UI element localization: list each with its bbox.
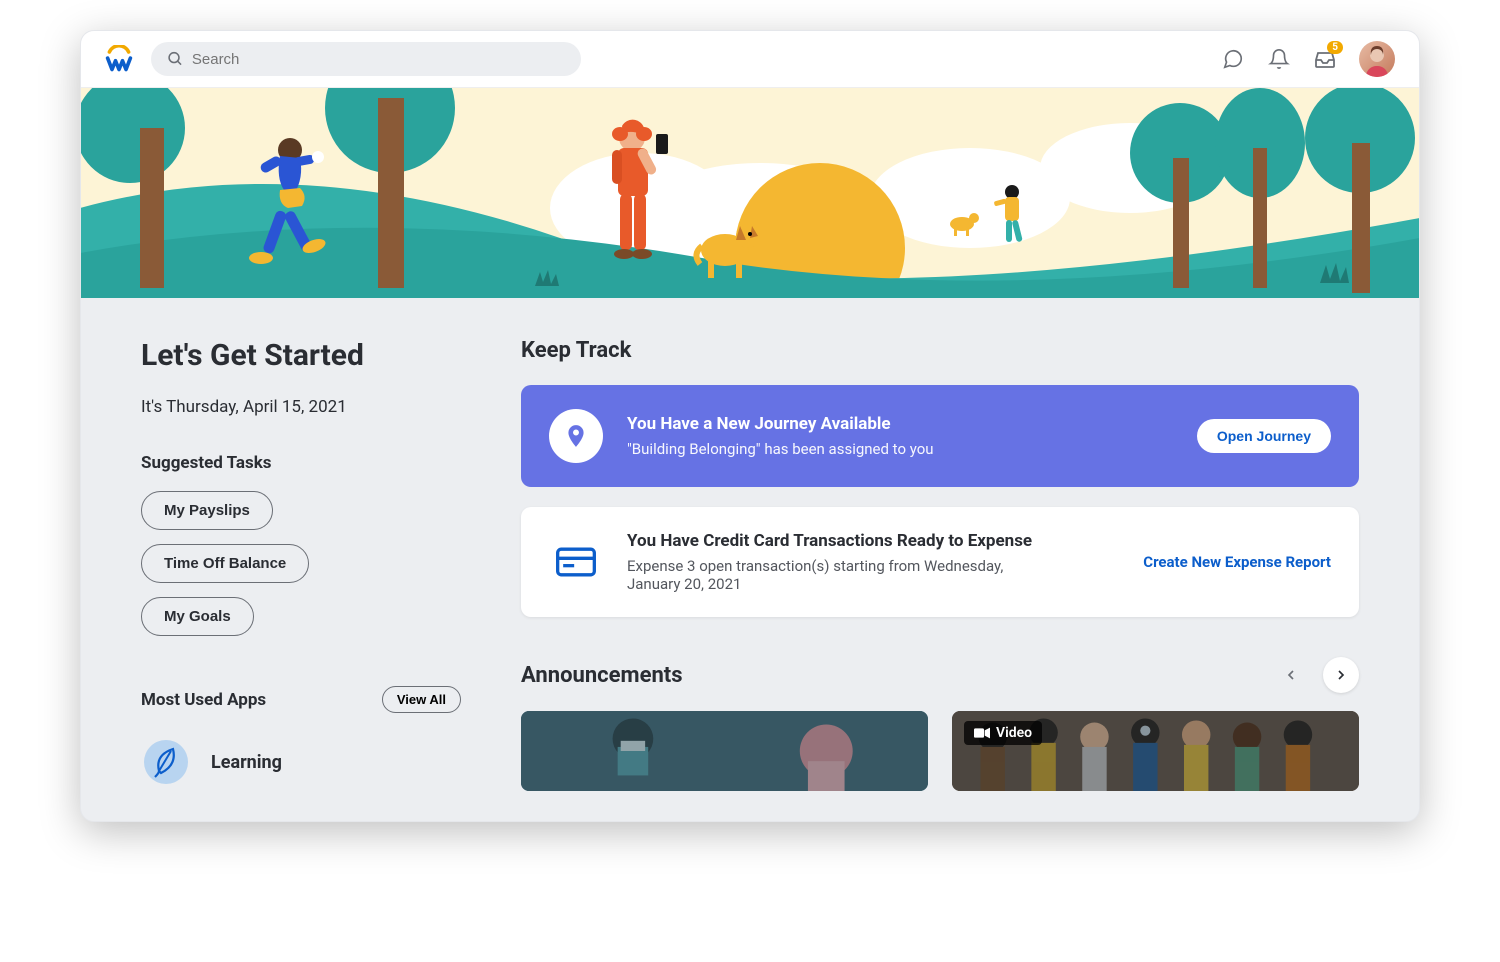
chevron-right-icon [1333, 667, 1349, 683]
journey-card: You Have a New Journey Available "Buildi… [521, 385, 1359, 487]
right-column: Keep Track You Have a New Journey Availa… [521, 338, 1359, 791]
page-heading: Let's Get Started [141, 338, 461, 373]
expense-card-title: You Have Credit Card Transactions Ready … [627, 531, 1119, 551]
task-my-goals[interactable]: My Goals [141, 597, 254, 636]
video-tag: Video [964, 721, 1042, 745]
search-icon [167, 50, 184, 68]
create-expense-report-link[interactable]: Create New Expense Report [1143, 553, 1331, 571]
journey-card-desc: "Building Belonging" has been assigned t… [627, 440, 1173, 458]
leaf-icon [141, 737, 191, 787]
expense-card-desc: Expense 3 open transaction(s) starting f… [627, 557, 1057, 593]
open-journey-button[interactable]: Open Journey [1197, 419, 1331, 453]
announcements-heading: Announcements [521, 663, 683, 688]
journey-card-title: You Have a New Journey Available [627, 414, 1173, 434]
most-used-apps-heading: Most Used Apps [141, 690, 266, 710]
inbox-icon[interactable]: 5 [1313, 47, 1337, 71]
announcement-card-2[interactable]: Video [952, 711, 1359, 791]
announcements-prev-button[interactable] [1273, 657, 1309, 693]
date-text: It's Thursday, April 15, 2021 [141, 397, 461, 417]
announcements-nav [1273, 657, 1359, 693]
search-box[interactable] [151, 42, 581, 76]
content: Let's Get Started It's Thursday, April 1… [81, 298, 1419, 821]
top-icons: 5 [1221, 41, 1395, 77]
map-pin-icon [549, 409, 603, 463]
announcements-next-button[interactable] [1323, 657, 1359, 693]
inbox-badge: 5 [1327, 41, 1343, 54]
notifications-icon[interactable] [1267, 47, 1291, 71]
workday-logo[interactable] [105, 45, 133, 73]
left-column: Let's Get Started It's Thursday, April 1… [141, 338, 461, 791]
chevron-left-icon [1283, 667, 1299, 683]
video-icon [974, 727, 990, 739]
video-tag-label: Video [996, 725, 1032, 741]
app-learning[interactable]: Learning [141, 737, 461, 787]
announcements-row: Video [521, 711, 1359, 791]
app-label: Learning [211, 752, 282, 773]
search-input[interactable] [192, 51, 565, 68]
credit-card-icon [549, 540, 603, 584]
hero-banner [81, 88, 1419, 298]
suggested-tasks-heading: Suggested Tasks [141, 453, 461, 473]
app-window: 5 [80, 30, 1420, 822]
announcement-card-1[interactable] [521, 711, 928, 791]
topbar: 5 [81, 31, 1419, 88]
task-my-payslips[interactable]: My Payslips [141, 491, 273, 530]
keep-track-heading: Keep Track [521, 338, 1359, 363]
task-time-off-balance[interactable]: Time Off Balance [141, 544, 309, 583]
profile-avatar[interactable] [1359, 41, 1395, 77]
suggested-tasks-list: My Payslips Time Off Balance My Goals [141, 491, 461, 636]
chat-icon[interactable] [1221, 47, 1245, 71]
view-all-button[interactable]: View All [382, 686, 461, 713]
expense-card: You Have Credit Card Transactions Ready … [521, 507, 1359, 617]
